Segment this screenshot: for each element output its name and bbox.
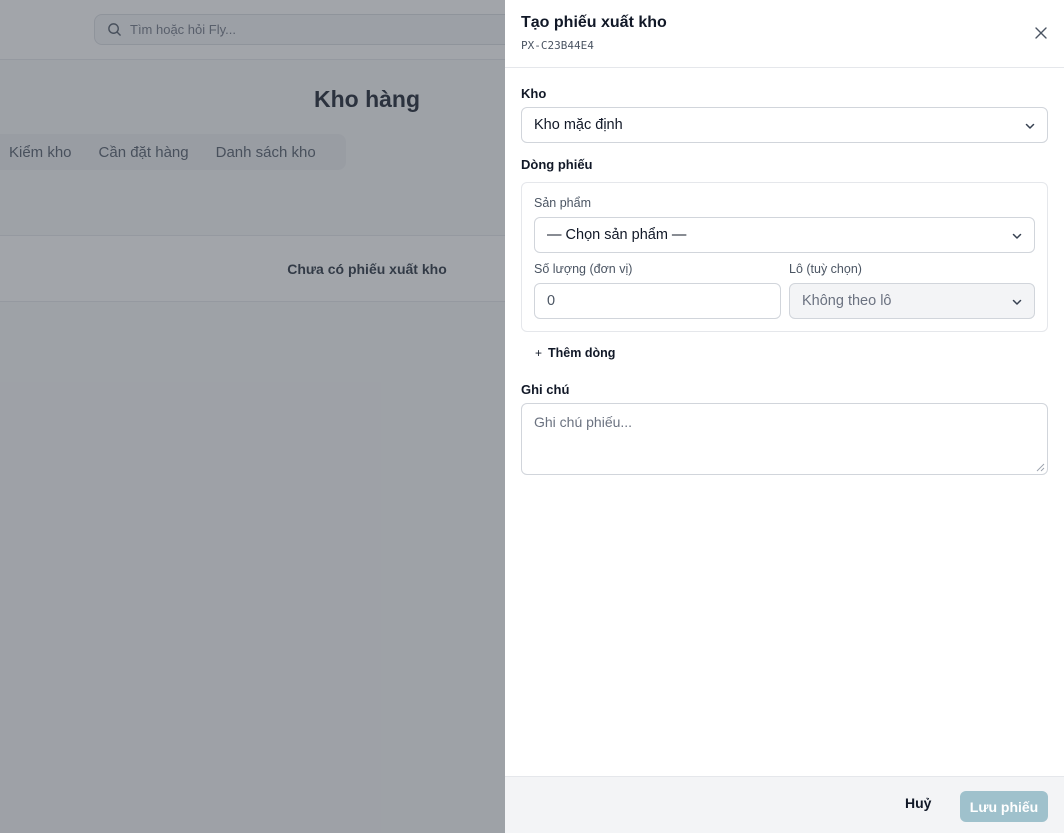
resize-handle-icon[interactable] xyxy=(1036,463,1045,472)
quantity-label: Số lượng (đơn vị) xyxy=(534,262,633,276)
warehouse-select[interactable]: Kho mặc định xyxy=(521,107,1048,143)
lot-label: Lô (tuỳ chọn) xyxy=(789,262,862,276)
lot-value: Không theo lô xyxy=(802,293,892,309)
close-icon xyxy=(1035,27,1047,39)
cancel-button[interactable]: Huỷ xyxy=(905,795,931,811)
warehouse-value: Kho mặc định xyxy=(534,117,623,133)
add-line-button[interactable]: + Thêm dòng xyxy=(535,346,615,360)
product-select[interactable]: — Chọn sản phẩm — xyxy=(534,217,1035,253)
quantity-value: 0 xyxy=(547,293,556,309)
drawer-header: Tạo phiếu xuất kho PX-C23B44E4 xyxy=(505,0,1064,68)
quantity-input[interactable]: 0 xyxy=(534,283,781,319)
chevron-down-icon xyxy=(1025,123,1035,129)
product-value: — Chọn sản phẩm — xyxy=(547,227,687,243)
drawer-footer: Huỷ Lưu phiếu xyxy=(505,776,1064,833)
lot-select[interactable]: Không theo lô xyxy=(789,283,1035,319)
note-label: Ghi chú xyxy=(521,382,570,397)
plus-icon: + xyxy=(535,346,543,360)
chevron-down-icon xyxy=(1012,299,1022,305)
export-slip-drawer: Tạo phiếu xuất kho PX-C23B44E4 Kho Kho m… xyxy=(505,0,1064,833)
warehouse-label: Kho xyxy=(521,86,547,101)
add-line-label: Thêm dòng xyxy=(548,346,616,360)
slip-code: PX-C23B44E4 xyxy=(521,39,594,52)
drawer-title: Tạo phiếu xuất kho xyxy=(521,14,667,31)
close-button[interactable] xyxy=(1032,24,1050,42)
chevron-down-icon xyxy=(1012,233,1022,239)
lines-label: Dòng phiếu xyxy=(521,157,593,172)
product-label: Sản phẩm xyxy=(534,196,591,210)
note-placeholder: Ghi chú phiếu... xyxy=(534,414,633,430)
note-textarea[interactable]: Ghi chú phiếu... xyxy=(521,403,1048,475)
save-button[interactable]: Lưu phiếu xyxy=(960,791,1048,822)
